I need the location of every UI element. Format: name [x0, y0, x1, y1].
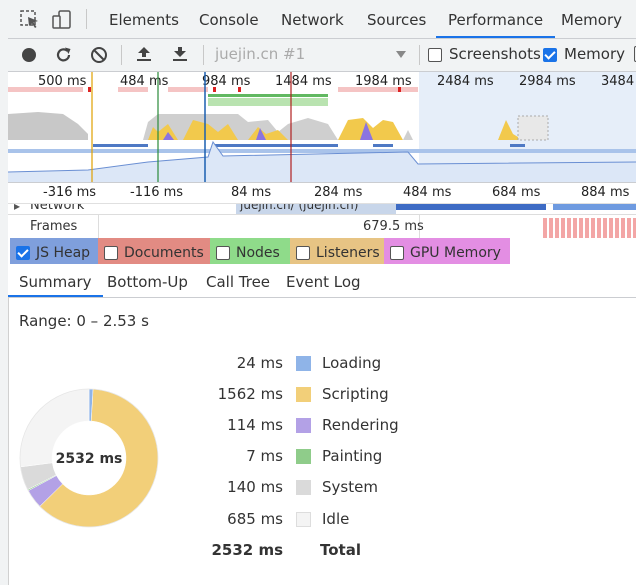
listeners-checkbox[interactable] [296, 246, 310, 260]
gpu-memory-checkbox[interactable] [390, 246, 404, 260]
legend-value: 24 ms [236, 354, 283, 372]
donut-center-label: 2532 ms [56, 451, 123, 467]
ruler-tick: 684 ms [492, 185, 541, 200]
legend-value: 114 ms [227, 416, 283, 434]
legend-row-painting: 7 ms Painting [208, 447, 628, 467]
device-toolbar-icon[interactable] [52, 10, 72, 30]
clear-icon[interactable] [90, 46, 108, 64]
tab-event-log[interactable]: Event Log [286, 264, 361, 297]
chevron-down-icon[interactable] [396, 51, 406, 59]
legend-value: 1562 ms [217, 385, 283, 403]
legend-total-label: Total [320, 541, 361, 559]
tab-network[interactable]: Network [281, 0, 344, 38]
performance-toolbar: juejin.cn #1 Screenshots Memory [8, 39, 636, 72]
separator [203, 45, 204, 65]
tab-call-tree[interactable]: Call Tree [206, 264, 270, 297]
memory-checkbox[interactable] [543, 48, 557, 62]
devtools-tab-bar: Elements Console Network Sources Perform… [8, 0, 636, 39]
details-tab-bar: Summary Bottom-Up Call Tree Event Log [8, 264, 636, 298]
memory-label: Memory [564, 45, 626, 63]
separator [86, 9, 87, 29]
memory-counters: JS Heap Documents Nodes Listeners GPU Me… [8, 238, 636, 264]
ruler-tick: -116 ms [130, 185, 184, 200]
tab-memory[interactable]: Memory [561, 0, 622, 38]
legend-row-scripting: 1562 ms Scripting [208, 385, 628, 405]
frame-duration[interactable]: 679.5 ms [363, 219, 424, 234]
legend-row-total: 2532 ms Total [208, 541, 628, 561]
legend-row-system: 140 ms System [208, 478, 628, 498]
frames-track-label: Frames [30, 219, 78, 234]
ruler-tick: 884 ms [581, 185, 630, 200]
legend-row-rendering: 114 ms Rendering [208, 416, 628, 436]
tab-summary[interactable]: Summary [8, 264, 103, 297]
tab-elements[interactable]: Elements [109, 0, 179, 38]
ruler-tick: 484 ms [403, 185, 452, 200]
counter-js-heap[interactable]: JS Heap [10, 238, 98, 264]
counter-documents[interactable]: Documents [98, 238, 210, 264]
record-icon[interactable] [21, 47, 37, 63]
summary-legend: 24 ms Loading 1562 ms Scripting 114 ms R… [208, 354, 628, 574]
tab-performance[interactable]: Performance [436, 0, 556, 38]
legend-total-value: 2532 ms [211, 541, 283, 559]
ruler-tick: -316 ms [43, 185, 97, 200]
network-request[interactable]: juejin.cn/ (juejin.cn) [240, 204, 358, 212]
screenshots-checkbox[interactable] [428, 48, 442, 62]
js-heap-checkbox[interactable] [16, 246, 30, 260]
download-icon[interactable] [171, 45, 189, 63]
expand-triangle-icon[interactable]: ▸ [14, 204, 20, 213]
legend-swatch [296, 512, 311, 527]
network-track-label: Network [30, 204, 85, 213]
legend-label: Loading [322, 354, 382, 372]
network-track[interactable]: ▸ Network juejin.cn/ (juejin.cn) [8, 204, 636, 214]
frames-track[interactable]: Frames 679.5 ms [8, 214, 636, 238]
separator [121, 45, 122, 65]
counter-listeners[interactable]: Listeners [290, 238, 384, 264]
tab-console[interactable]: Console [199, 0, 259, 38]
inspect-element-icon[interactable] [20, 10, 40, 30]
overview-graph [8, 72, 636, 182]
legend-swatch [296, 418, 311, 433]
legend-swatch [296, 387, 311, 402]
flamechart-tracks[interactable]: ▸ Network juejin.cn/ (juejin.cn) Frames … [8, 204, 636, 239]
summary-donut-chart: 2532 ms [19, 388, 159, 528]
ruler-tick: 84 ms [231, 185, 272, 200]
separator [419, 45, 420, 65]
legend-row-idle: 685 ms Idle [208, 510, 628, 530]
counter-nodes[interactable]: Nodes [210, 238, 290, 264]
legend-label: Rendering [322, 416, 399, 434]
profile-select-value: juejin.cn #1 [215, 45, 306, 63]
legend-label: Scripting [322, 385, 389, 403]
timeline-overview[interactable]: 500 ms 484 ms 984 ms 1484 ms 1984 ms 248… [8, 72, 636, 183]
counter-gpu-memory[interactable]: GPU Memory [384, 238, 510, 264]
legend-swatch [296, 449, 311, 464]
upload-icon[interactable] [135, 45, 153, 63]
time-ruler: -316 ms -116 ms 84 ms 284 ms 484 ms 684 … [8, 183, 636, 204]
legend-swatch [296, 480, 311, 495]
legend-value: 140 ms [227, 478, 283, 496]
legend-label: System [322, 478, 378, 496]
dropped-frames[interactable] [543, 218, 636, 238]
ruler-tick: 284 ms [314, 185, 363, 200]
profile-select[interactable]: juejin.cn #1 [215, 45, 305, 65]
tab-sources[interactable]: Sources [367, 0, 426, 38]
legend-value: 685 ms [227, 510, 283, 528]
range-label: Range: 0 – 2.53 s [19, 312, 149, 330]
legend-row-loading: 24 ms Loading [208, 354, 628, 374]
legend-swatch [296, 356, 311, 371]
legend-label: Painting [322, 447, 383, 465]
tab-bottom-up[interactable]: Bottom-Up [107, 264, 188, 297]
legend-value: 7 ms [246, 447, 283, 465]
reload-record-icon[interactable] [55, 46, 73, 64]
documents-checkbox[interactable] [104, 246, 118, 260]
legend-label: Idle [322, 510, 350, 528]
screenshots-label: Screenshots [449, 45, 541, 63]
nodes-checkbox[interactable] [216, 246, 230, 260]
